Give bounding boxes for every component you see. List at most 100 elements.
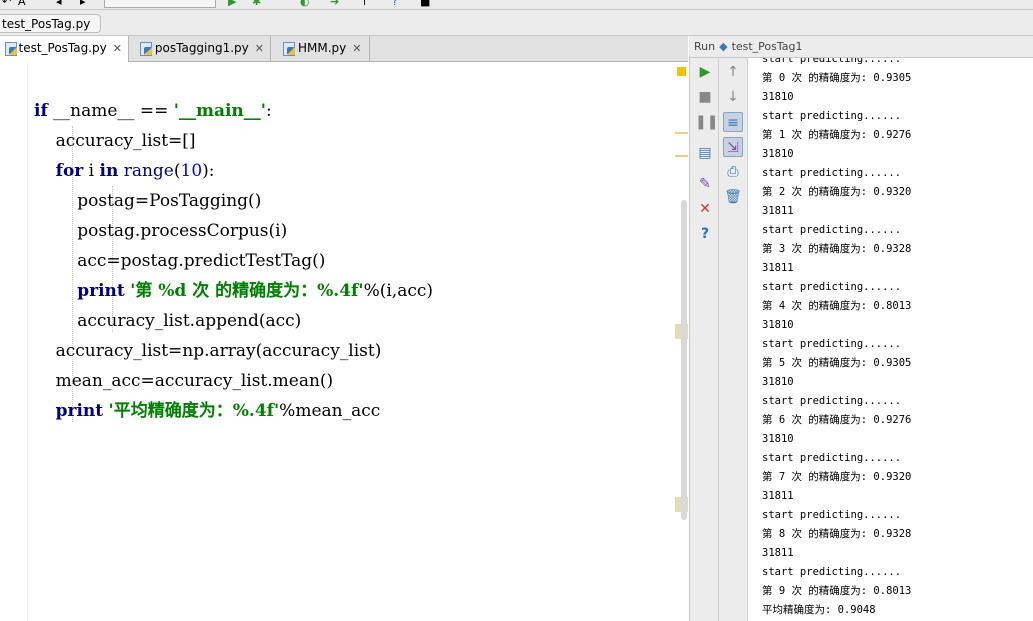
console-line: start predicting......: [762, 395, 902, 407]
console-line: 第 0 次 的精确度为: 0.9305: [762, 72, 912, 84]
stripe-mark[interactable]: [675, 155, 688, 157]
code-token: acc=postag.predictTestTag(): [34, 251, 326, 271]
stripe-mark[interactable]: [675, 132, 688, 134]
code-token: (: [173, 161, 181, 181]
code-token: print: [77, 281, 125, 301]
run-icon[interactable]: ▶: [228, 0, 236, 8]
console-line: start predicting......: [762, 338, 902, 350]
console-line: 第 3 次 的精确度为: 0.9328: [762, 243, 912, 255]
scroll-to-end-icon[interactable]: ⇲: [723, 137, 743, 157]
run-config-select[interactable]: [104, 0, 216, 8]
main-toolbar: ↶ A ◂ ▸ ▶ ✱ ◐ ➔ ↑ ? ■: [0, 0, 1033, 10]
console-line: 第 5 次 的精确度为: 0.9305: [762, 357, 912, 369]
console-line: 第 1 次 的精确度为: 0.9276: [762, 129, 912, 141]
code-token: '平均精确度为：%.4f': [108, 401, 280, 421]
soft-wrap-icon[interactable]: ≡: [723, 112, 743, 132]
coverage-icon[interactable]: ◐: [300, 0, 310, 8]
code-token: print: [55, 401, 104, 421]
code-line: print '平均精确度为：%.4f'%mean_acc: [34, 396, 381, 426]
print-icon[interactable]: ⎙: [723, 162, 743, 182]
pin-icon[interactable]: ✎: [695, 174, 715, 194]
tab-label: HMM.py: [298, 41, 347, 55]
tab-test-postag[interactable]: test_PosTag.py ✕: [0, 36, 129, 63]
code-line: mean_acc=accuracy_list.mean(): [34, 366, 334, 396]
python-file-icon: [282, 42, 295, 56]
tab-label: test_PosTag.py: [18, 41, 107, 55]
help-icon[interactable]: ?: [392, 0, 398, 8]
code-token: __name__ ==: [47, 101, 174, 121]
console-line: 第 7 次 的精确度为: 0.9320: [762, 471, 912, 483]
code-token: accuracy_list=np.array(accuracy_list): [34, 341, 382, 361]
close-icon[interactable]: ✕: [695, 199, 715, 219]
tab-postagging1[interactable]: posTagging1.py ✕: [135, 36, 271, 62]
console-line: 31811: [762, 262, 794, 274]
tab-hmm[interactable]: HMM.py ✕: [278, 36, 370, 62]
pause-icon[interactable]: ❚❚: [695, 112, 718, 132]
run-panel-header: Run ◆ test_PosTag1: [689, 36, 1033, 58]
undo-icon[interactable]: ↶: [2, 0, 11, 8]
console-line: 31810: [762, 148, 794, 160]
profile-icon[interactable]: ➔: [330, 0, 339, 8]
code-line: accuracy_list=[]: [34, 126, 196, 156]
run-toolbar-left: ▶ ■ ❚❚ ▤ ✎ ✕ ?: [689, 58, 719, 621]
console-line: start predicting......: [762, 452, 902, 464]
python-file-icon: [139, 42, 152, 56]
console-line: start predicting......: [762, 110, 902, 122]
python-run-icon: ◆: [719, 40, 728, 53]
console-line: start predicting......: [762, 509, 902, 521]
console-line: start predicting......: [762, 566, 902, 578]
code-token: if: [34, 101, 48, 121]
settings-icon[interactable]: ■: [420, 0, 430, 8]
code-token: in: [99, 161, 119, 181]
code-token: 10: [180, 161, 203, 181]
navigation-bar: test_PosTag.py: [0, 10, 1033, 36]
code-token: '第 %d 次 的精确度为：%.4f': [130, 281, 364, 301]
console-line: 31811: [762, 205, 794, 217]
clear-trash-icon[interactable]: 🗑: [723, 187, 743, 207]
console-line: 31810: [762, 319, 794, 331]
code-editor[interactable]: if __name__ == '__main__': accuracy_list…: [28, 62, 675, 621]
close-icon[interactable]: ✕: [113, 42, 122, 55]
code-token: postag.processCorpus(i): [34, 221, 288, 241]
warning-marker[interactable]: [677, 67, 686, 76]
console-line: 31810: [762, 91, 794, 103]
code-token: %(i,acc): [363, 281, 434, 301]
console-line: start predicting......: [762, 281, 902, 293]
python-file-icon: [4, 42, 18, 56]
editor-scrollbar[interactable]: [681, 200, 687, 520]
debug-icon[interactable]: ✱: [252, 0, 261, 8]
help-icon[interactable]: ?: [695, 224, 715, 244]
stop-icon[interactable]: ■: [695, 87, 715, 107]
vcs-icon[interactable]: ↑: [360, 0, 369, 8]
run-config-name[interactable]: test_PosTag1: [732, 40, 803, 57]
console-line: 平均精确度为: 0.9048: [762, 604, 876, 616]
console-line: 31810: [762, 433, 794, 445]
close-icon[interactable]: ✕: [255, 42, 264, 55]
back-icon[interactable]: ◂: [56, 0, 62, 8]
code-line: print '第 %d 次 的精确度为：%.4f'%(i,acc): [34, 276, 433, 306]
code-token: i: [83, 161, 100, 181]
forward-icon[interactable]: ▸: [80, 0, 86, 8]
find-icon[interactable]: A: [18, 0, 26, 8]
code-line: if __name__ == '__main__':: [34, 96, 272, 126]
code-token: mean_acc=accuracy_list.mean(): [34, 371, 334, 391]
run-toolbar-right: ↑ ↓ ≡ ⇲ ⎙ 🗑: [719, 58, 748, 621]
close-icon[interactable]: ✕: [352, 42, 361, 55]
run-console-output[interactable]: start predicting...... 第 0 次 的精确度为: 0.93…: [748, 58, 1033, 621]
code-token: %mean_acc: [279, 401, 381, 421]
code-token: accuracy_list.append(acc): [34, 311, 302, 331]
code-line: postag.processCorpus(i): [34, 216, 287, 246]
editor-gutter[interactable]: [0, 62, 28, 621]
rerun-icon[interactable]: ▶: [695, 62, 715, 82]
console-line: 31811: [762, 490, 794, 502]
code-line: accuracy_list.append(acc): [34, 306, 301, 336]
editor-tabs: test_PosTag.py ✕ posTagging1.py ✕ HMM.py…: [0, 36, 688, 63]
up-arrow-icon[interactable]: ↑: [723, 62, 743, 82]
tab-label: posTagging1.py: [154, 41, 249, 55]
restore-layout-icon[interactable]: ▤: [695, 143, 715, 163]
code-token: :: [265, 101, 272, 121]
down-arrow-icon[interactable]: ↓: [723, 87, 743, 107]
breadcrumb[interactable]: test_PosTag.py: [0, 14, 102, 33]
code-token: ):: [202, 161, 215, 181]
